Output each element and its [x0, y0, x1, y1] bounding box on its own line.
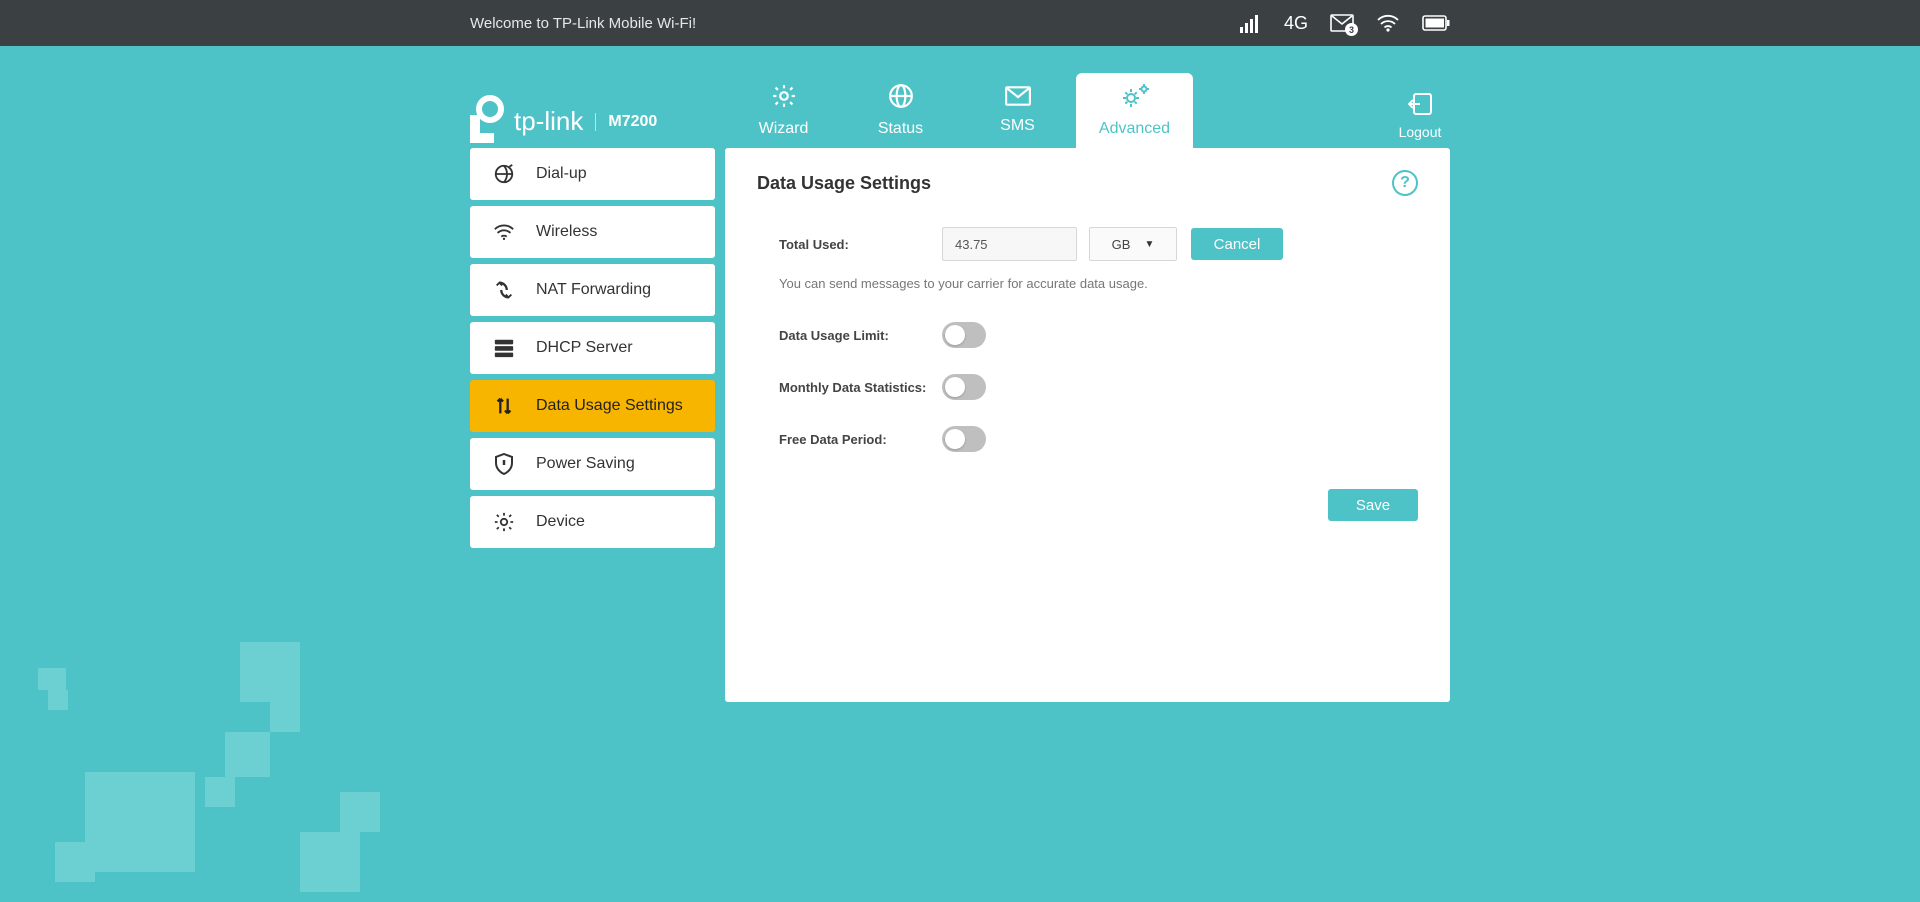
- data-usage-limit-toggle[interactable]: [942, 322, 986, 348]
- model-text: M7200: [595, 113, 657, 131]
- cancel-button[interactable]: Cancel: [1191, 228, 1283, 260]
- panel-title: Data Usage Settings: [757, 173, 931, 194]
- envelope-icon: [1005, 86, 1031, 111]
- network-type: 4G: [1284, 13, 1308, 34]
- sidebar-item-nat[interactable]: NAT Forwarding: [470, 264, 715, 316]
- tab-label: Advanced: [1099, 120, 1170, 138]
- sidebar-item-label: Wireless: [536, 223, 597, 241]
- data-usage-icon: [492, 394, 516, 418]
- battery-icon: [1422, 15, 1450, 31]
- sidebar-item-label: Power Saving: [536, 455, 635, 473]
- header: tp-link M7200 Wizard Status SMS: [470, 73, 1450, 148]
- sidebar-item-power[interactable]: Power Saving: [470, 438, 715, 490]
- sidebar-item-dhcp[interactable]: DHCP Server: [470, 322, 715, 374]
- sidebar-item-label: NAT Forwarding: [536, 281, 651, 299]
- globe-icon: [888, 83, 914, 114]
- globe-phone-icon: [492, 162, 516, 186]
- free-data-toggle[interactable]: [942, 426, 986, 452]
- tab-label: Status: [878, 120, 923, 138]
- unit-select[interactable]: GB ▼: [1089, 227, 1177, 261]
- tab-label: Wizard: [759, 120, 809, 138]
- monthly-label: Monthly Data Statistics:: [757, 380, 942, 395]
- gears-icon: [1120, 83, 1150, 114]
- limit-label: Data Usage Limit:: [757, 328, 942, 343]
- sidebar-item-label: Dial-up: [536, 165, 587, 183]
- hint-text: You can send messages to your carrier fo…: [757, 276, 1418, 291]
- shield-icon: [492, 452, 516, 476]
- tab-sms[interactable]: SMS: [959, 73, 1076, 148]
- total-used-label: Total Used:: [757, 237, 942, 252]
- sidebar-item-dialup[interactable]: Dial-up: [470, 148, 715, 200]
- welcome-text: Welcome to TP-Link Mobile Wi-Fi!: [470, 15, 696, 32]
- logout-button[interactable]: Logout: [1390, 93, 1450, 148]
- sms-badge: 3: [1345, 23, 1358, 36]
- help-button[interactable]: ?: [1392, 170, 1418, 196]
- wifi-icon: [1376, 14, 1400, 32]
- nav-tabs: Wizard Status SMS Advanced: [725, 73, 1193, 148]
- sidebar-item-data-usage[interactable]: Data Usage Settings: [470, 380, 715, 432]
- gear-icon: [492, 510, 516, 534]
- wifi-icon: [492, 220, 516, 244]
- topbar: Welcome to TP-Link Mobile Wi-Fi! 4G 3: [0, 0, 1920, 46]
- tab-advanced[interactable]: Advanced: [1076, 73, 1193, 148]
- free-label: Free Data Period:: [757, 432, 942, 447]
- sidebar-item-label: Device: [536, 513, 585, 531]
- background-decor: [0, 542, 400, 902]
- server-icon: [492, 336, 516, 360]
- logout-icon: [1408, 93, 1432, 120]
- logout-label: Logout: [1399, 124, 1442, 140]
- sidebar-item-label: Data Usage Settings: [536, 397, 683, 415]
- nat-icon: [492, 278, 516, 302]
- save-button[interactable]: Save: [1328, 489, 1418, 521]
- tab-status[interactable]: Status: [842, 73, 959, 148]
- sidebar-item-device[interactable]: Device: [470, 496, 715, 548]
- settings-panel: Data Usage Settings ? Total Used: GB ▼ C…: [725, 148, 1450, 702]
- status-icons: 4G 3: [1240, 13, 1450, 34]
- total-used-input[interactable]: [942, 227, 1077, 261]
- logo-icon: [470, 95, 508, 148]
- sidebar-item-wireless[interactable]: Wireless: [470, 206, 715, 258]
- signal-icon: [1240, 13, 1262, 33]
- sms-icon: 3: [1330, 14, 1354, 32]
- tab-label: SMS: [1000, 117, 1035, 135]
- sidebar-item-label: DHCP Server: [536, 339, 633, 357]
- unit-selected: GB: [1112, 237, 1131, 252]
- chevron-down-icon: ▼: [1144, 239, 1154, 250]
- logo-block: tp-link M7200: [470, 95, 725, 148]
- tab-wizard[interactable]: Wizard: [725, 73, 842, 148]
- gear-icon: [771, 83, 797, 114]
- sidebar: Dial-up Wireless NAT Forwarding DHCP Ser…: [470, 148, 715, 702]
- brand-text: tp-link: [514, 106, 583, 137]
- monthly-stats-toggle[interactable]: [942, 374, 986, 400]
